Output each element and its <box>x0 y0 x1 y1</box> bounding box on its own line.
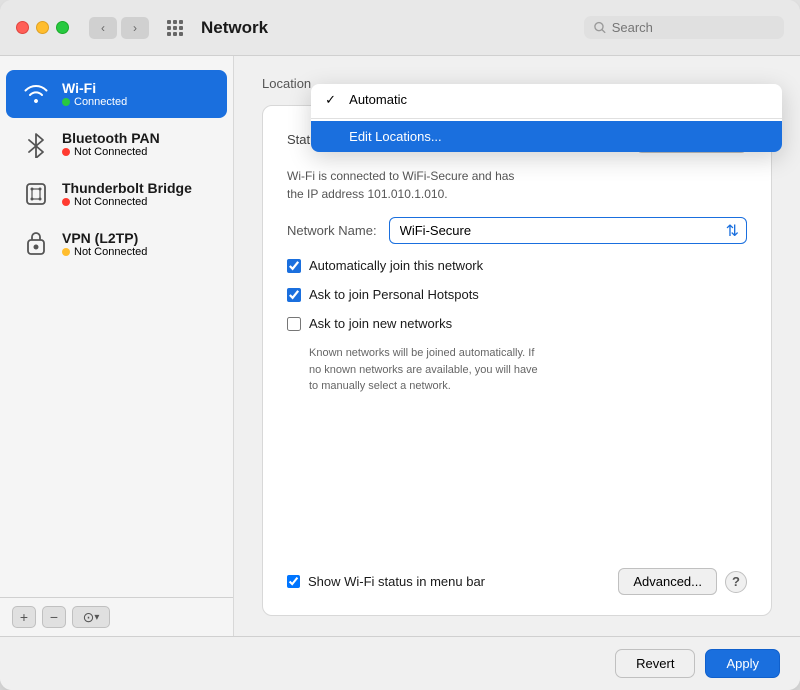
wifi-description: Wi-Fi is connected to WiFi-Secure and ha… <box>287 167 747 203</box>
network-list: Wi-Fi Connected <box>0 66 233 597</box>
thunderbolt-status-dot <box>62 198 70 206</box>
bluetooth-info: Bluetooth PAN Not Connected <box>62 130 160 158</box>
automatic-option-label: Automatic <box>349 92 407 107</box>
wifi-status: Connected <box>62 96 127 108</box>
traffic-lights <box>16 21 69 34</box>
titlebar: ‹ › Network <box>0 0 800 56</box>
location-option-automatic[interactable]: ✓ Automatic <box>311 84 782 116</box>
auto-join-checkbox[interactable] <box>287 259 301 273</box>
vpn-name: VPN (L2TP) <box>62 230 147 246</box>
main-content: Wi-Fi Connected <box>0 56 800 636</box>
sidebar-item-wifi[interactable]: Wi-Fi Connected <box>6 70 227 118</box>
network-name-select-wrapper: WiFi-Secure ⇅ <box>389 217 747 244</box>
new-networks-row: Ask to join new networks <box>287 316 747 331</box>
advanced-button[interactable]: Advanced... <box>618 568 717 595</box>
personal-hotspot-row: Ask to join Personal Hotspots <box>287 287 747 302</box>
show-wifi-checkbox[interactable] <box>287 575 300 588</box>
back-button[interactable]: ‹ <box>89 17 117 39</box>
sidebar-item-vpn[interactable]: VPN (L2TP) Not Connected <box>6 220 227 268</box>
wifi-detail-panel: Status: Connected Turn Wi-Fi Off Wi-Fi i… <box>262 105 772 616</box>
known-networks-note: Known networks will be joined automatica… <box>309 345 747 395</box>
thunderbolt-info: Thunderbolt Bridge Not Connected <box>62 180 192 208</box>
window-footer: Revert Apply <box>0 636 800 690</box>
vpn-status: Not Connected <box>62 246 147 258</box>
vpn-status-dot <box>62 248 70 256</box>
search-input[interactable] <box>612 20 774 35</box>
sidebar-footer: + − ⊙ ▾ <box>0 597 233 636</box>
grid-icon[interactable] <box>161 17 189 39</box>
main-panel: Location ✓ Automatic Edit Locations... <box>234 56 800 636</box>
dropdown-divider <box>311 118 782 119</box>
sidebar-item-thunderbolt[interactable]: Thunderbolt Bridge Not Connected <box>6 170 227 218</box>
thunderbolt-icon <box>20 178 52 210</box>
forward-button[interactable]: › <box>121 17 149 39</box>
wifi-info: Wi-Fi Connected <box>62 80 127 108</box>
help-button[interactable]: ? <box>725 571 747 593</box>
bluetooth-icon <box>20 128 52 160</box>
vpn-icon <box>20 228 52 260</box>
edit-locations-label: Edit Locations... <box>349 129 442 144</box>
bluetooth-status: Not Connected <box>62 146 160 158</box>
remove-network-button[interactable]: − <box>42 606 66 628</box>
sidebar: Wi-Fi Connected <box>0 56 234 636</box>
network-name-row: Network Name: WiFi-Secure ⇅ <box>287 217 747 244</box>
bottom-right-buttons: Advanced... ? <box>618 568 747 595</box>
search-icon <box>594 21 606 34</box>
network-name-label: Network Name: <box>287 223 377 238</box>
location-row: Location ✓ Automatic Edit Locations... <box>262 76 772 91</box>
thunderbolt-status: Not Connected <box>62 196 192 208</box>
close-button[interactable] <box>16 21 29 34</box>
show-wifi-label: Show Wi-Fi status in menu bar <box>308 574 485 589</box>
auto-join-row: Automatically join this network <box>287 258 747 273</box>
sidebar-item-bluetooth[interactable]: Bluetooth PAN Not Connected <box>6 120 227 168</box>
personal-hotspot-checkbox[interactable] <box>287 288 301 302</box>
network-name-select[interactable]: WiFi-Secure <box>389 217 747 244</box>
nav-buttons: ‹ › <box>89 17 149 39</box>
auto-join-label: Automatically join this network <box>309 258 483 273</box>
apply-button[interactable]: Apply <box>705 649 780 678</box>
action-icon: ⊙ <box>83 609 95 626</box>
action-network-button[interactable]: ⊙ ▾ <box>72 606 110 628</box>
add-network-button[interactable]: + <box>12 606 36 628</box>
bluetooth-status-dot <box>62 148 70 156</box>
thunderbolt-name: Thunderbolt Bridge <box>62 180 192 196</box>
show-wifi-row: Show Wi-Fi status in menu bar <box>287 574 485 589</box>
bottom-row: Show Wi-Fi status in menu bar Advanced..… <box>287 568 747 595</box>
location-label: Location <box>262 76 311 91</box>
location-dropdown-menu: ✓ Automatic Edit Locations... <box>311 84 782 152</box>
personal-hotspot-label: Ask to join Personal Hotspots <box>309 287 479 302</box>
spacer <box>287 409 747 555</box>
location-option-edit[interactable]: Edit Locations... <box>311 121 782 152</box>
wifi-status-dot <box>62 98 70 106</box>
bluetooth-name: Bluetooth PAN <box>62 130 160 146</box>
checkmark-icon: ✓ <box>325 92 341 108</box>
wifi-icon <box>20 78 52 110</box>
network-preferences-window: ‹ › Network <box>0 0 800 690</box>
search-bar[interactable] <box>584 16 784 39</box>
wifi-name: Wi-Fi <box>62 80 127 96</box>
new-networks-label: Ask to join new networks <box>309 316 452 331</box>
maximize-button[interactable] <box>56 21 69 34</box>
revert-button[interactable]: Revert <box>615 649 695 678</box>
minimize-button[interactable] <box>36 21 49 34</box>
window-title: Network <box>201 18 572 38</box>
chevron-icon: ▾ <box>94 612 99 623</box>
new-networks-checkbox[interactable] <box>287 317 301 331</box>
vpn-info: VPN (L2TP) Not Connected <box>62 230 147 258</box>
